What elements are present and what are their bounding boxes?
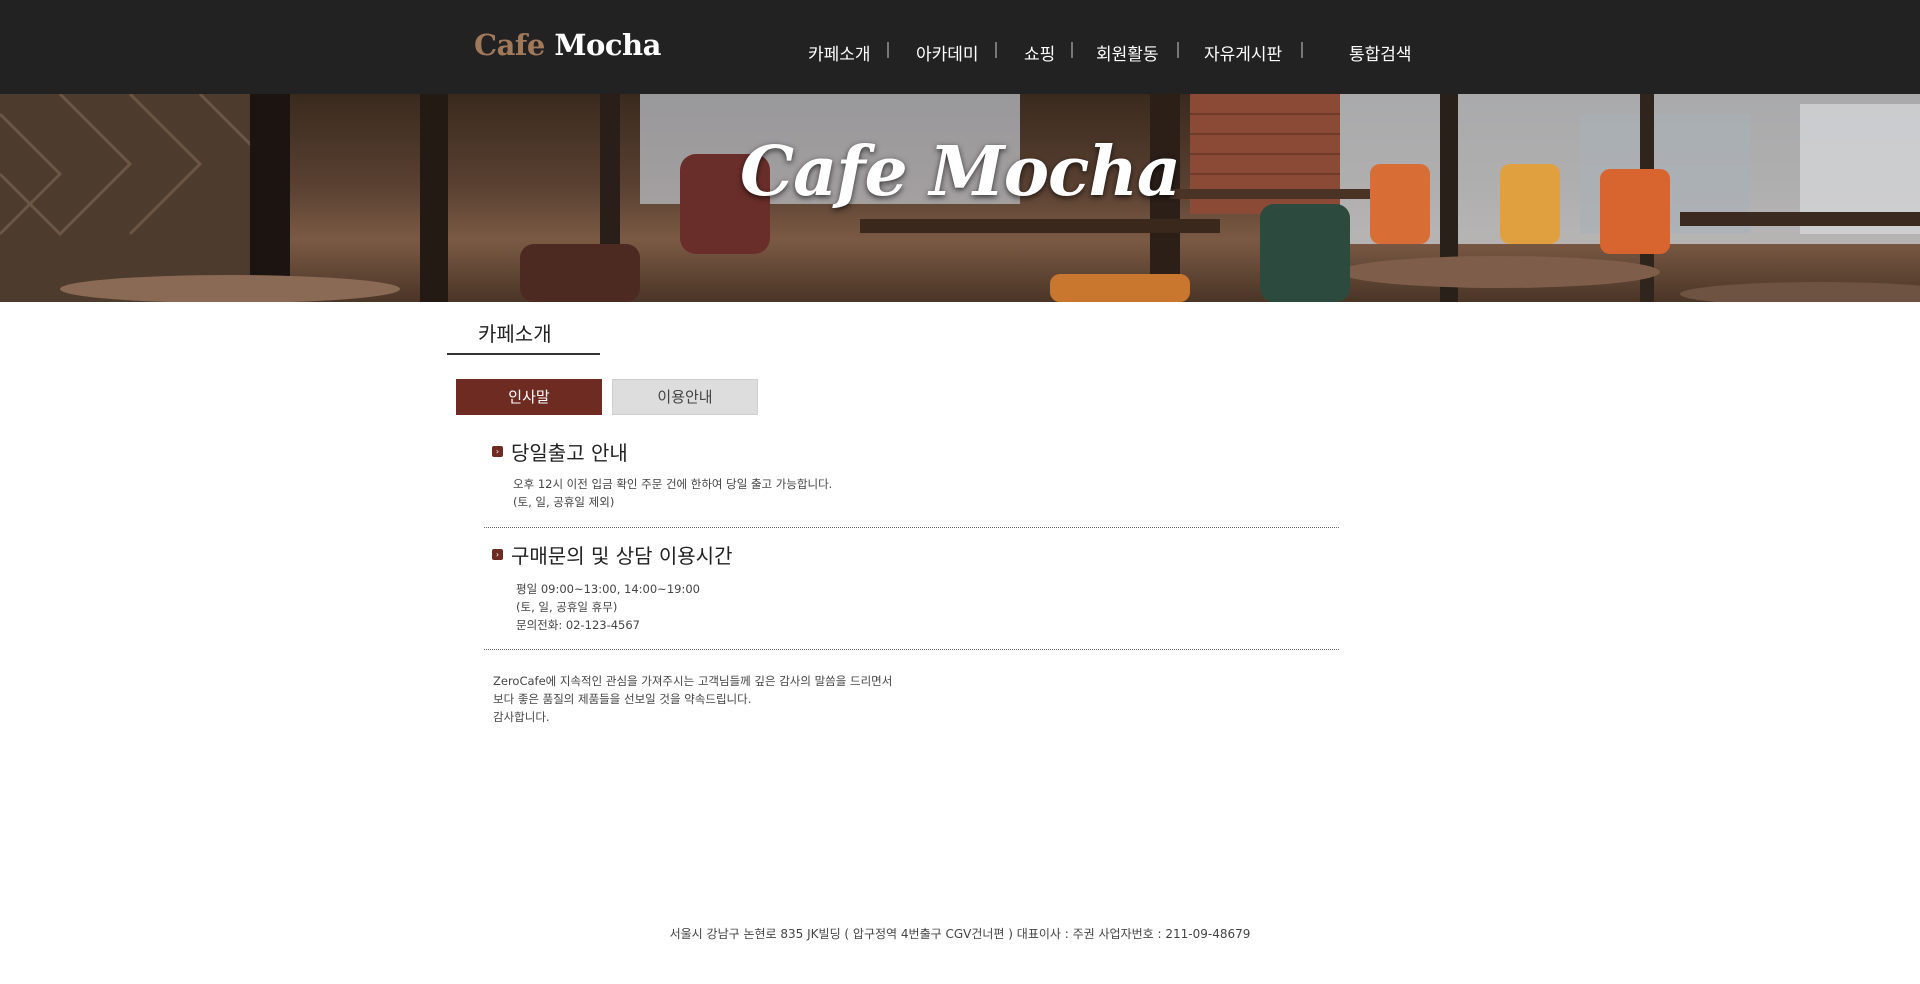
hero-banner: Cafe Mocha xyxy=(0,94,1920,302)
nav-separator xyxy=(1071,42,1073,58)
inquiry-hours-heading: 구매문의 및 상담 이용시간 xyxy=(511,544,733,568)
nav-item-shopping[interactable]: 쇼핑 xyxy=(1024,40,1055,65)
nav-item-academy[interactable]: 아카데미 xyxy=(916,40,979,65)
main-nav: 카페소개 아카데미 쇼핑 회원활동 자유게시판 통합검색 xyxy=(0,40,1920,65)
dotted-divider xyxy=(484,527,1339,528)
block-text-line: 오후 12시 이전 입금 확인 주문 건에 한하여 당일 출고 가능합니다. xyxy=(513,477,833,491)
nav-separator xyxy=(1301,42,1303,58)
block-text-line: (토, 일, 공휴일 제외) xyxy=(513,495,615,509)
nav-separator xyxy=(995,42,997,58)
tab-greeting[interactable]: 인사말 xyxy=(456,379,602,415)
site-header: Cafe Mocha 카페소개 아카데미 쇼핑 회원활동 자유게시판 통합검색 xyxy=(0,0,1920,94)
block-text-line: 평일 09:00~13:00, 14:00~19:00 xyxy=(516,582,700,596)
chevron-right-square-icon: › xyxy=(492,446,503,457)
tab-usage-guide[interactable]: 이용안내 xyxy=(612,379,758,415)
nav-item-free-board[interactable]: 자유게시판 xyxy=(1204,40,1282,65)
chevron-right-square-icon: › xyxy=(492,549,503,560)
footer-address: 서울시 강남구 논현로 835 JK빌딩 ( 압구정역 4번출구 CGV건너편 … xyxy=(669,927,1251,941)
closing-text-line: 감사합니다. xyxy=(493,710,550,724)
title-underline xyxy=(447,353,600,355)
page-title: 카페소개 xyxy=(478,322,552,346)
phone-number-text: 문의전화: 02-123-4567 xyxy=(516,618,640,632)
closing-text-line: ZeroCafe에 지속적인 관심을 가져주시는 고객님들께 깊은 감사의 말씀… xyxy=(493,674,893,688)
nav-separator xyxy=(887,42,889,58)
nav-item-cafe-intro[interactable]: 카페소개 xyxy=(808,40,871,65)
dotted-divider xyxy=(484,649,1339,650)
banner-title: Cafe Mocha xyxy=(740,132,1181,212)
closing-text-line: 보다 좋은 품질의 제품들을 선보일 것을 약속드립니다. xyxy=(493,692,752,706)
nav-item-member-activity[interactable]: 회원활동 xyxy=(1096,40,1159,65)
same-day-shipping-heading: 당일출고 안내 xyxy=(511,441,628,465)
block-text-line: (토, 일, 공휴일 휴무) xyxy=(516,600,618,614)
nav-separator xyxy=(1177,42,1179,58)
nav-item-search[interactable]: 통합검색 xyxy=(1349,40,1412,65)
